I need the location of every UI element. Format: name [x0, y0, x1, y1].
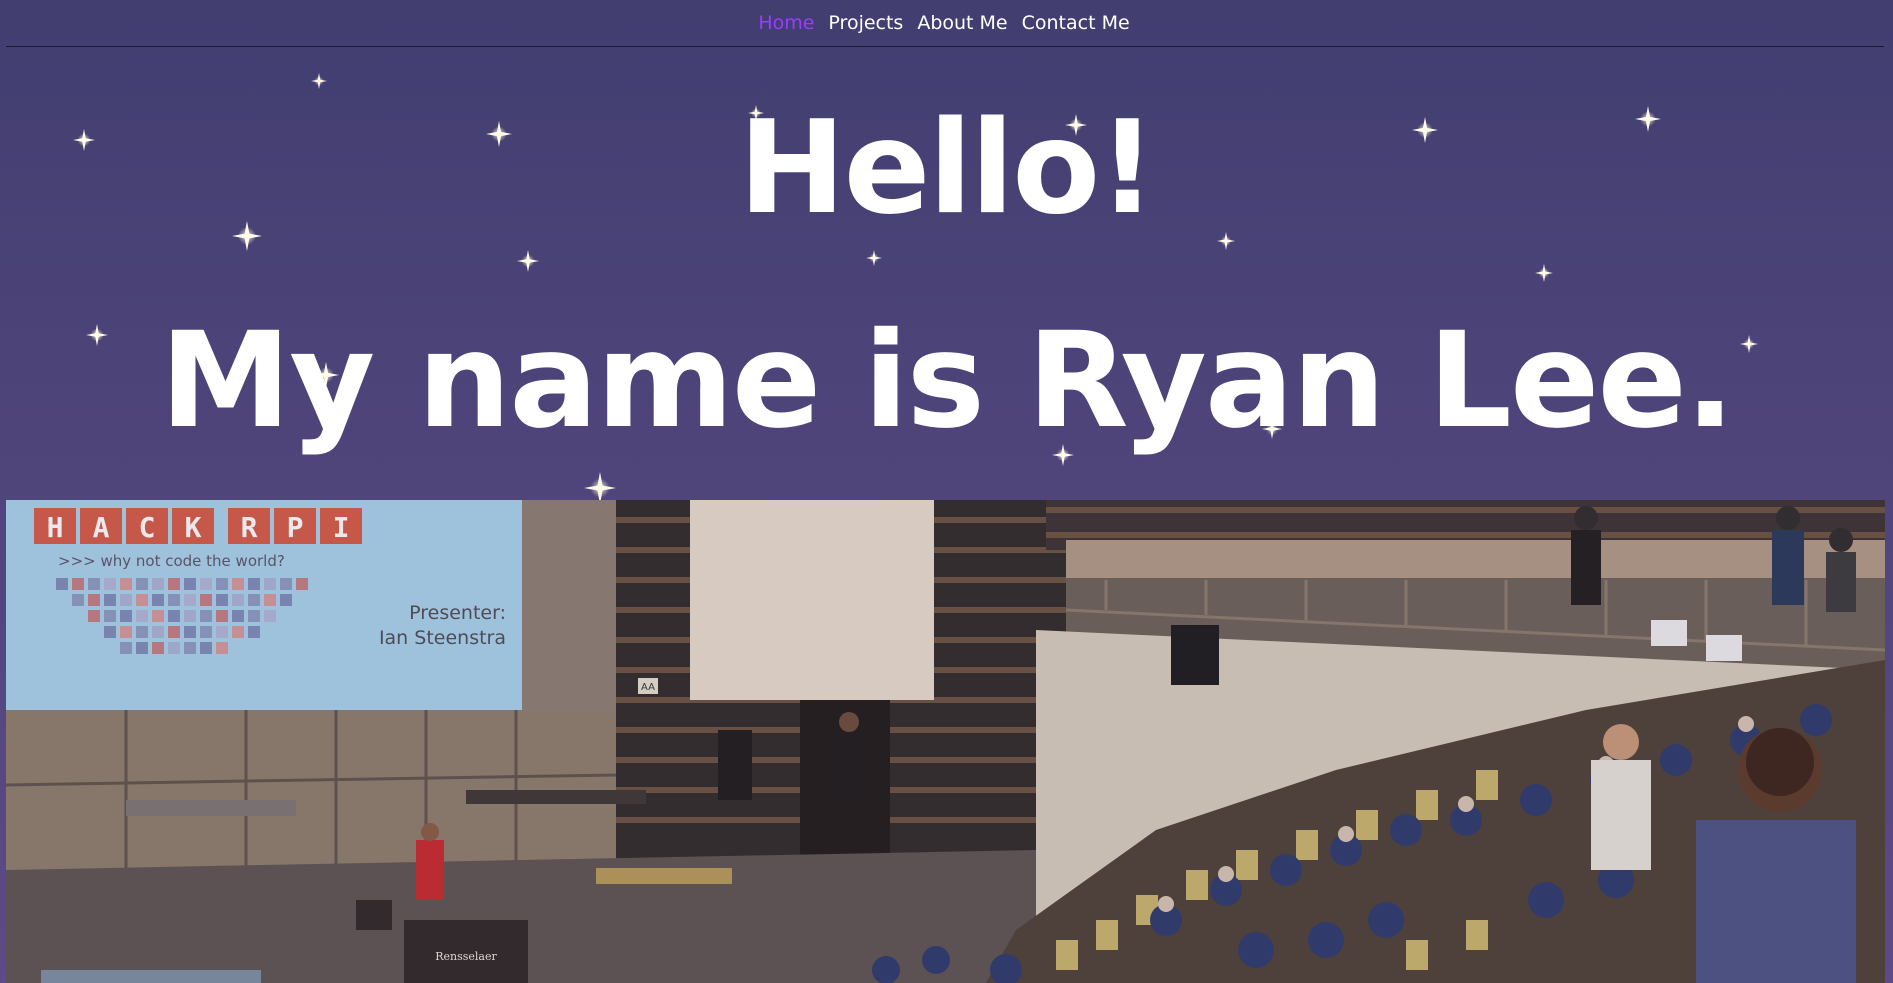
- nav-menu: Home Projects About Me Contact Me: [758, 12, 1129, 34]
- nav-link-contact-me[interactable]: Contact Me: [1022, 12, 1130, 34]
- hackathon-photo: H A C K R P I >>> why not code the world…: [6, 500, 1885, 983]
- nav-link-projects[interactable]: Projects: [828, 12, 903, 34]
- hero-intro-heading: My name is Ryan Lee.: [159, 304, 1735, 458]
- top-navbar: Home Projects About Me Contact Me: [6, 0, 1884, 47]
- hero-greeting: Hello!: [738, 94, 1157, 243]
- nav-link-about-me[interactable]: About Me: [917, 12, 1007, 34]
- hero-section: Hello! My name is Ryan Lee.: [0, 48, 1893, 500]
- nav-link-home[interactable]: Home: [758, 12, 814, 34]
